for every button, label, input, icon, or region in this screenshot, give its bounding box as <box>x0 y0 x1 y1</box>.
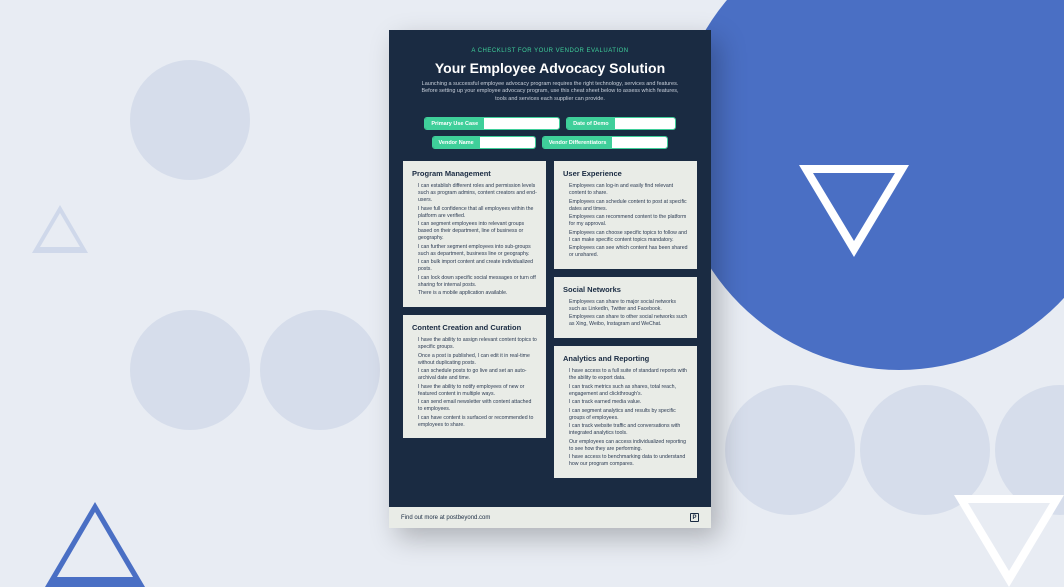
field-input[interactable] <box>484 118 559 129</box>
list-item: I can send email newsletter with content… <box>418 399 537 413</box>
left-column: Program Management I can establish diffe… <box>403 161 546 438</box>
bg-circle <box>260 310 380 430</box>
list-item: Employees can log-in and easily find rel… <box>569 183 688 197</box>
field-label: Primary Use Case <box>425 118 484 129</box>
list-item: I can track website traffic and conversa… <box>569 423 688 437</box>
list-item: Our employees can access individualized … <box>569 439 688 453</box>
list-item: Employees can see which content has been… <box>569 245 688 259</box>
page-title: Your Employee Advocacy Solution <box>417 60 683 76</box>
list-item: Employees can recommend content to the p… <box>569 214 688 228</box>
field-primary-use-case[interactable]: Primary Use Case <box>424 117 560 130</box>
list-item: I can have content is surfaced or recomm… <box>418 415 537 429</box>
doc-header: A CHECKLIST FOR YOUR VENDOR EVALUATION Y… <box>389 30 711 111</box>
field-vendor-differentiators[interactable]: Vendor Differentiators <box>542 136 669 149</box>
list-item: I can segment analytics and results by s… <box>569 408 688 422</box>
checklist: Employees can share to major social netw… <box>563 299 688 329</box>
field-date-of-demo[interactable]: Date of Demo <box>566 117 675 130</box>
bg-circle <box>130 60 250 180</box>
field-label: Vendor Name <box>433 137 480 148</box>
list-item: Employees can choose specific topics to … <box>569 230 688 244</box>
field-vendor-name[interactable]: Vendor Name <box>432 136 536 149</box>
field-input[interactable] <box>612 137 667 148</box>
list-item: I can lock down specific social messages… <box>418 275 537 289</box>
list-item: I can track metrics such as shares, tota… <box>569 384 688 398</box>
form-fields: Primary Use Case Date of Demo Vendor Nam… <box>389 111 711 155</box>
checklist: Employees can log-in and easily find rel… <box>563 183 688 259</box>
triangle-icon <box>799 165 909 257</box>
content-columns: Program Management I can establish diffe… <box>389 155 711 485</box>
field-label: Date of Demo <box>567 118 614 129</box>
field-input[interactable] <box>615 118 675 129</box>
intro-text: Launching a successful employee advocacy… <box>417 81 683 103</box>
triangle-icon <box>45 502 145 587</box>
card-analytics: Analytics and Reporting I have access to… <box>554 346 697 478</box>
checklist: I have access to a full suite of standar… <box>563 368 688 468</box>
field-label: Vendor Differentiators <box>543 137 613 148</box>
list-item: I have full confidence that all employee… <box>418 206 537 220</box>
footer-text: Find out more at postbeyond.com <box>401 515 490 521</box>
document-page: A CHECKLIST FOR YOUR VENDOR EVALUATION Y… <box>389 30 711 528</box>
field-input[interactable] <box>480 137 535 148</box>
list-item: I have access to benchmarking data to un… <box>569 454 688 468</box>
list-item: I have the ability to assign relevant co… <box>418 337 537 351</box>
list-item: I can segment employees into relevant gr… <box>418 221 537 242</box>
card-heading: Social Networks <box>563 285 688 294</box>
list-item: I have the ability to notify employees o… <box>418 384 537 398</box>
card-content-creation: Content Creation and Curation I have the… <box>403 315 546 438</box>
triangle-icon <box>32 205 88 253</box>
card-heading: Content Creation and Curation <box>412 323 537 332</box>
card-heading: Analytics and Reporting <box>563 354 688 363</box>
bg-circle <box>725 385 855 515</box>
list-item: I can further segment employees into sub… <box>418 244 537 258</box>
card-user-experience: User Experience Employees can log-in and… <box>554 161 697 269</box>
card-social-networks: Social Networks Employees can share to m… <box>554 277 697 338</box>
list-item: I can track earned media value. <box>569 399 688 406</box>
checklist: I can establish different roles and perm… <box>412 183 537 297</box>
triangle-icon <box>954 495 1064 587</box>
eyebrow-text: A CHECKLIST FOR YOUR VENDOR EVALUATION <box>417 48 683 54</box>
bg-circle <box>130 310 250 430</box>
list-item: Employees can schedule content to post a… <box>569 199 688 213</box>
card-heading: Program Management <box>412 169 537 178</box>
list-item: I can schedule posts to go live and set … <box>418 368 537 382</box>
doc-footer: Find out more at postbeyond.com P <box>389 507 711 528</box>
checklist: I have the ability to assign relevant co… <box>412 337 537 429</box>
list-item: I can establish different roles and perm… <box>418 183 537 204</box>
list-item: Employees can share to major social netw… <box>569 299 688 313</box>
postbeyond-logo-icon: P <box>690 513 699 522</box>
list-item: I can bulk import content and create ind… <box>418 259 537 273</box>
list-item: There is a mobile application available. <box>418 290 537 297</box>
card-program-management: Program Management I can establish diffe… <box>403 161 546 307</box>
list-item: Employees can share to other social netw… <box>569 314 688 328</box>
card-heading: User Experience <box>563 169 688 178</box>
right-column: User Experience Employees can log-in and… <box>554 161 697 477</box>
list-item: I have access to a full suite of standar… <box>569 368 688 382</box>
list-item: Once a post is published, I can edit it … <box>418 353 537 367</box>
